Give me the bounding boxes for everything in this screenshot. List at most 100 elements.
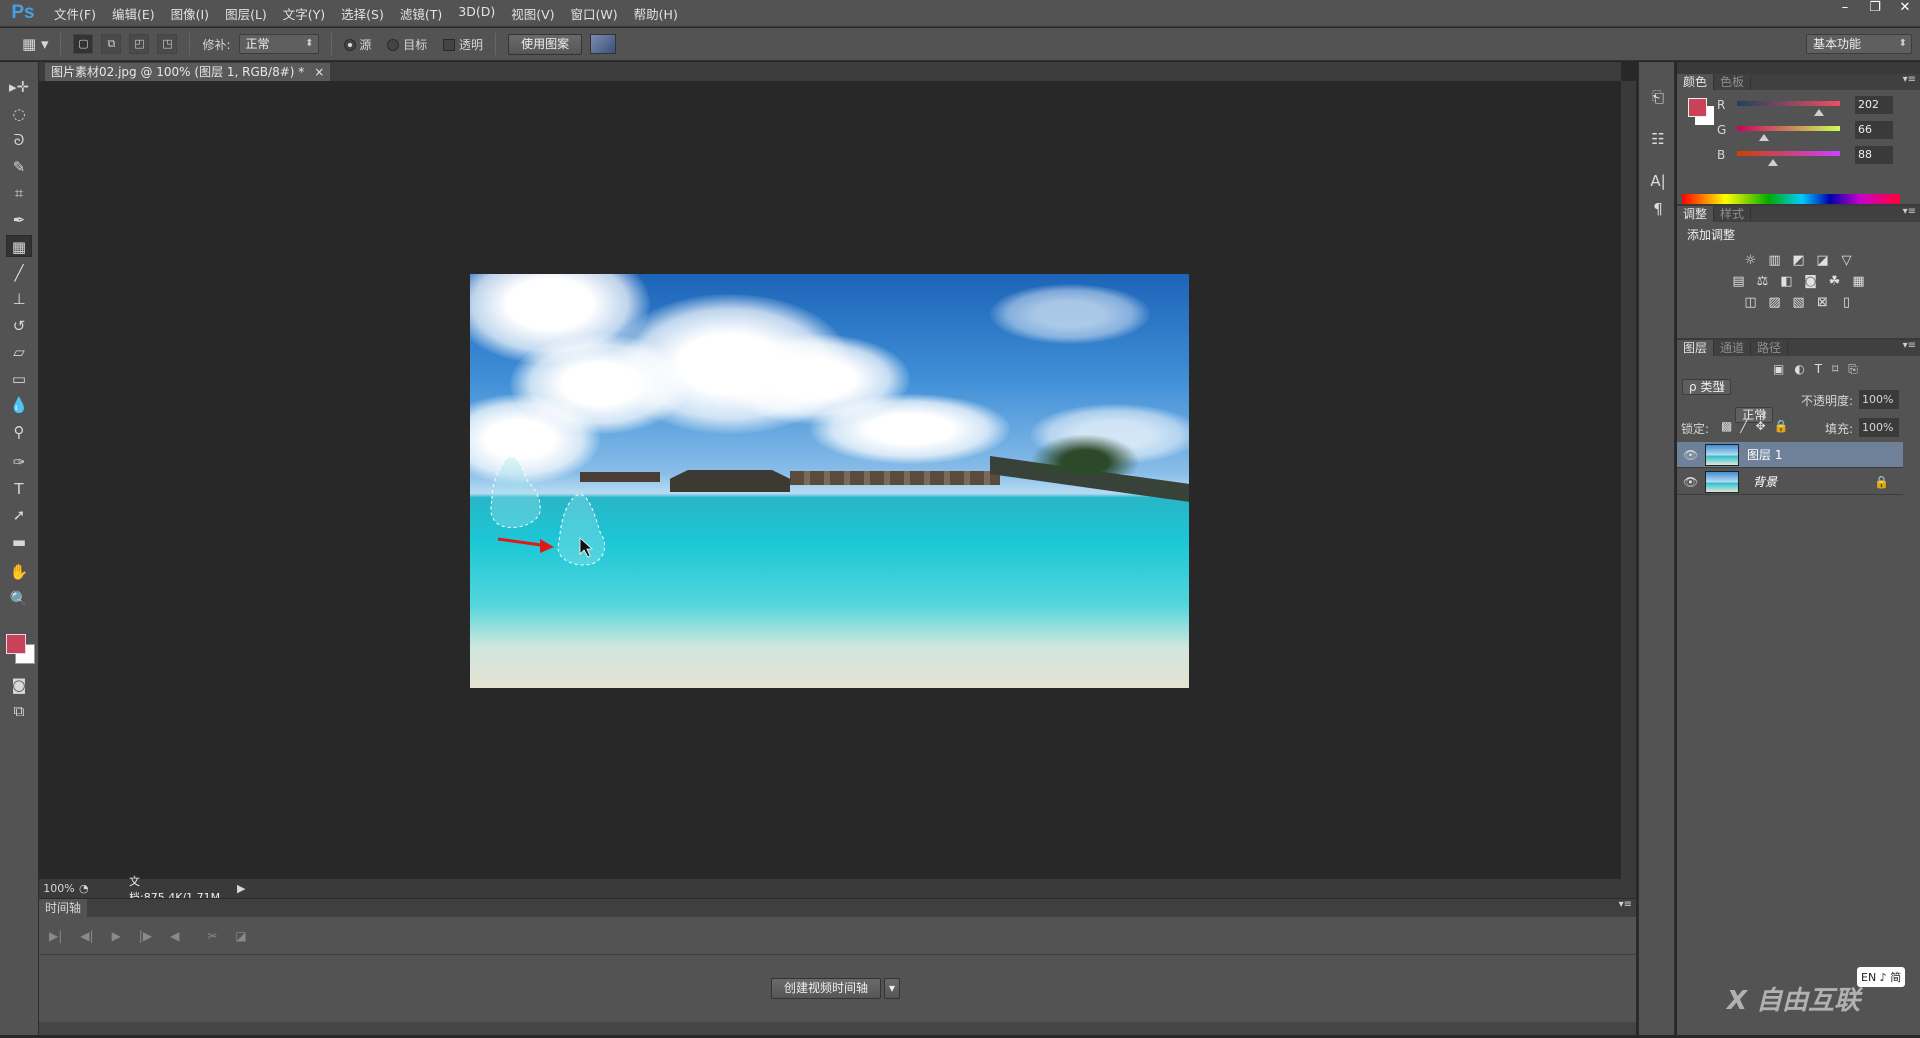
slider-thumb[interactable] xyxy=(1813,109,1824,116)
stamp-icon[interactable]: ⊥ xyxy=(6,288,32,310)
tab-paths[interactable]: 路径 xyxy=(1751,340,1789,356)
restore-button[interactable]: ❐ xyxy=(1860,0,1890,20)
slider-thumb[interactable] xyxy=(1767,159,1778,166)
brush-icon[interactable]: ╱ xyxy=(6,262,32,284)
split-icon[interactable]: ✂ xyxy=(207,929,217,943)
adjustment-icon[interactable]: ▨ xyxy=(1767,296,1783,310)
dodge-icon[interactable]: ⚲ xyxy=(6,421,32,443)
adjustment-icon[interactable]: ▦ xyxy=(1851,275,1867,289)
source-radio[interactable]: 源 xyxy=(343,36,371,53)
channel-value-g[interactable]: 66 xyxy=(1855,121,1893,139)
patch-icon[interactable]: ▦ xyxy=(6,235,32,257)
menu-3[interactable]: 图层(L) xyxy=(217,4,275,23)
menu-9[interactable]: 窗口(W) xyxy=(563,4,626,23)
character-panel-icon[interactable]: A| xyxy=(1647,170,1669,192)
adjustment-icon[interactable]: ⊠ xyxy=(1815,296,1831,310)
adjustment-icon[interactable]: ▥ xyxy=(1767,254,1783,268)
adjustment-icon[interactable]: ◩ xyxy=(1791,254,1807,268)
path-select-icon[interactable]: ➚ xyxy=(6,504,32,526)
zoom-level[interactable]: 100% xyxy=(39,882,79,895)
channel-slider-r[interactable] xyxy=(1737,101,1840,116)
blur-icon[interactable]: 💧 xyxy=(6,394,32,416)
adjustment-icon[interactable]: ▯ xyxy=(1839,296,1855,310)
adjustment-icon[interactable]: ◪ xyxy=(1815,254,1831,268)
tab-channels[interactable]: 通道 xyxy=(1714,340,1752,356)
tab-swatches[interactable]: 色板 xyxy=(1714,74,1752,90)
opacity-input[interactable]: 100% xyxy=(1859,390,1899,409)
pen-icon[interactable]: ✑ xyxy=(6,451,32,473)
channel-value-b[interactable]: 88 xyxy=(1855,146,1893,164)
audio-icon[interactable]: ◀ xyxy=(170,929,179,943)
tab-adjustments[interactable]: 调整 xyxy=(1677,206,1715,222)
ime-indicator[interactable]: EN ♪ 简 xyxy=(1857,967,1906,987)
layer-filter-icons[interactable]: ▣◐T⌑⎘ xyxy=(1773,362,1868,377)
play-icon[interactable]: ▶ xyxy=(112,929,121,943)
foreground-color-swatch[interactable] xyxy=(6,634,26,654)
subtract-selection-button[interactable]: ◰ xyxy=(129,34,150,54)
zoom-icon[interactable]: 🔍 xyxy=(6,588,32,610)
quick-mask-icon[interactable]: ◙ xyxy=(6,674,32,696)
crop-icon[interactable]: ⌗ xyxy=(6,182,32,204)
quick-select-icon[interactable]: ✎ xyxy=(6,156,32,178)
document-image[interactable] xyxy=(470,274,1189,688)
eraser-icon[interactable]: ▱ xyxy=(6,341,32,363)
marquee-icon[interactable]: ◌ xyxy=(6,103,32,125)
move-icon[interactable]: ▸✛ xyxy=(6,76,32,98)
rectangle-icon[interactable]: ▬ xyxy=(6,531,32,553)
menu-5[interactable]: 选择(S) xyxy=(333,4,392,23)
target-radio[interactable]: 目标 xyxy=(387,36,427,53)
layer-filter-select[interactable]: ρ 类型 xyxy=(1682,379,1732,395)
vertical-scrollbar[interactable] xyxy=(1621,81,1636,898)
properties-panel-icon[interactable]: ☷ xyxy=(1647,128,1669,150)
history-brush-icon[interactable]: ↺ xyxy=(6,315,32,337)
prev-frame-icon[interactable]: ◀| xyxy=(80,929,93,943)
adjustment-icon[interactable]: ☼ xyxy=(1743,254,1759,268)
menu-4[interactable]: 文字(Y) xyxy=(275,4,333,23)
document-tab[interactable]: 图片素材02.jpg @ 100% (图层 1, RGB/8#) * × xyxy=(45,63,331,81)
channel-slider-b[interactable] xyxy=(1737,151,1840,166)
menu-7[interactable]: 3D(D) xyxy=(450,4,503,23)
patch-mode-select[interactable]: 正常 xyxy=(238,34,319,54)
menu-8[interactable]: 视图(V) xyxy=(503,4,562,23)
new-selection-button[interactable]: ▢ xyxy=(73,34,94,54)
history-panel-icon[interactable]: ⎗ xyxy=(1647,86,1669,108)
create-video-timeline-button[interactable]: 创建视频时间轴 xyxy=(771,978,882,999)
fill-input[interactable]: 100% xyxy=(1859,418,1899,437)
next-frame-icon[interactable]: |▶ xyxy=(139,929,152,943)
gradient-icon[interactable]: ▭ xyxy=(6,368,32,390)
close-tab-icon[interactable]: × xyxy=(314,63,324,81)
close-button[interactable]: ✕ xyxy=(1890,0,1920,20)
type-icon[interactable]: T xyxy=(6,478,32,500)
adjustment-icon[interactable]: ▤ xyxy=(1731,275,1747,289)
adjustment-icon[interactable]: ☘ xyxy=(1827,275,1843,289)
tab-layers[interactable]: 图层 xyxy=(1677,340,1715,356)
adjustment-icon[interactable]: ◙ xyxy=(1803,275,1819,289)
layer-row-layer1[interactable]: 👁 图层 1 xyxy=(1677,442,1903,468)
adjustment-icon[interactable]: ▽ xyxy=(1839,254,1855,268)
channel-value-r[interactable]: 202 xyxy=(1855,96,1893,114)
screen-mode-icon[interactable]: ⧉ xyxy=(6,700,32,722)
use-pattern-button[interactable]: 使用图案 xyxy=(508,33,583,55)
hand-icon[interactable]: ✋ xyxy=(6,561,32,583)
eyedropper-icon[interactable]: ✒ xyxy=(6,209,32,231)
timeline-dropdown-icon[interactable]: ▾ xyxy=(884,978,901,999)
adjustment-icon[interactable]: ◧ xyxy=(1779,275,1795,289)
menu-10[interactable]: 帮助(H) xyxy=(626,4,686,23)
slider-thumb[interactable] xyxy=(1758,134,1769,141)
intersect-selection-button[interactable]: ◳ xyxy=(157,34,178,54)
lock-icons[interactable]: ▩╱✥🔒 xyxy=(1721,419,1797,433)
menu-0[interactable]: 文件(F) xyxy=(46,4,104,23)
channel-slider-g[interactable] xyxy=(1737,126,1840,141)
status-menu-arrow-icon[interactable]: ▶ xyxy=(237,882,245,895)
minimize-button[interactable]: – xyxy=(1830,0,1860,20)
visibility-eye-icon[interactable]: 👁 xyxy=(1677,448,1698,462)
add-selection-button[interactable]: ⧉ xyxy=(101,34,122,54)
menu-1[interactable]: 编辑(E) xyxy=(104,4,163,23)
layer-row-background[interactable]: 👁 背景 🔒 xyxy=(1677,469,1903,495)
color-foreground-swatch[interactable] xyxy=(1688,98,1707,117)
tab-styles[interactable]: 样式 xyxy=(1714,206,1752,222)
adjustment-icon[interactable]: ◫ xyxy=(1743,296,1759,310)
lasso-icon[interactable]: ᘐ xyxy=(6,129,32,151)
patch-tool-preset-icon[interactable]: ▦ ▾ xyxy=(22,35,48,53)
paragraph-panel-icon[interactable]: ¶ xyxy=(1647,198,1669,220)
